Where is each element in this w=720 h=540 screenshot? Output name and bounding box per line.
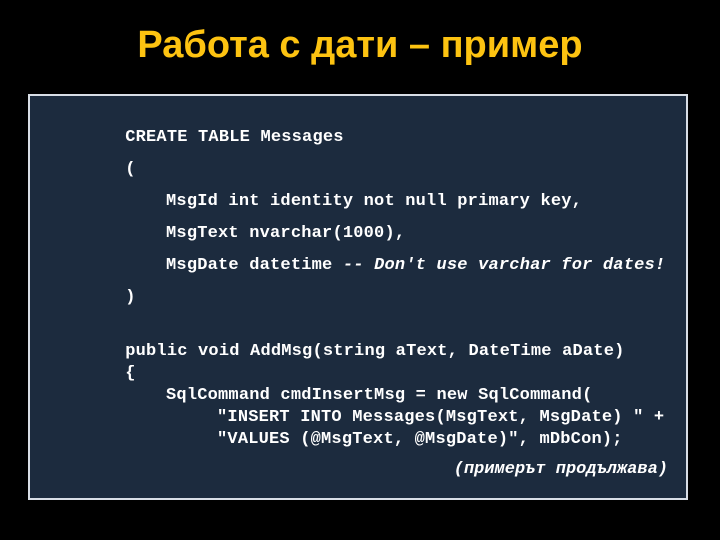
code-block-content: CREATE TABLE Messages ( MsgId int identi… bbox=[30, 96, 686, 498]
code-line: ) bbox=[42, 268, 136, 328]
code-block: CREATE TABLE Messages ( MsgId int identi… bbox=[28, 94, 688, 500]
code-text: public void AddMsg(string aText, DateTim… bbox=[125, 342, 625, 361]
code-text: MsgDate datetime bbox=[166, 256, 343, 275]
code-text: CREATE TABLE Messages bbox=[125, 128, 344, 147]
continuation-note: (примерът продължава) bbox=[453, 460, 668, 479]
slide: Работа с дати – пример CREATE TABLE Mess… bbox=[0, 0, 720, 540]
code-line: MsgDate datetime -- Don′t use varchar fo… bbox=[83, 236, 666, 296]
code-text: ) bbox=[125, 288, 136, 307]
code-text: "VALUES (@MsgText, @MsgDate)", mDbCon); bbox=[217, 430, 623, 449]
page-title: Работа с дати – пример bbox=[137, 24, 583, 66]
code-comment: -- Don′t use varchar for dates! bbox=[342, 256, 666, 275]
